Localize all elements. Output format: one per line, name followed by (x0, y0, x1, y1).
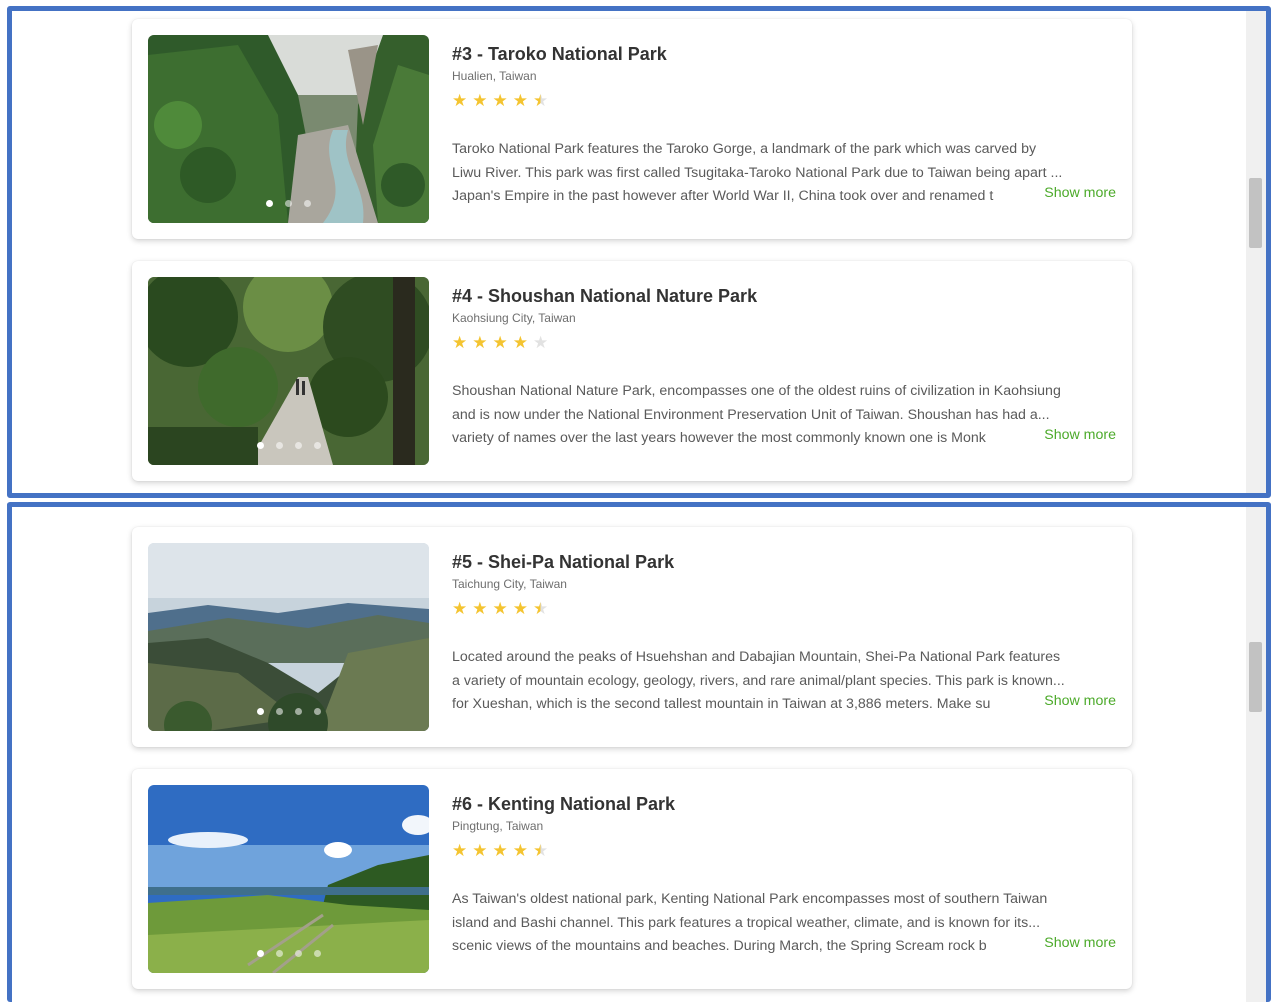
description-line: Taroko National Park features the Taroko… (452, 141, 1037, 157)
show-more-link[interactable]: Show more (1044, 935, 1116, 951)
carousel-dot[interactable] (294, 950, 302, 957)
show-more-link[interactable]: Show more (1044, 185, 1116, 201)
carousel-dots[interactable] (148, 200, 429, 207)
park-photo-carousel[interactable] (148, 543, 429, 731)
star-icon: ★ (492, 333, 508, 352)
show-more-link[interactable]: Show more (1044, 427, 1116, 443)
star-icon: ★ (512, 91, 528, 110)
park-location: Pingtung, Taiwan (452, 819, 544, 833)
star-half-icon: ★ (533, 841, 549, 860)
carousel-dot[interactable] (285, 200, 292, 207)
star-icon: ★ (512, 333, 528, 352)
park-location: Hualien, Taiwan (452, 69, 537, 83)
description-line: Liwu River. This park was first called T… (452, 164, 1063, 181)
carousel-dot[interactable] (294, 442, 302, 449)
star-icon: ★ (512, 599, 528, 618)
carousel-dot[interactable] (294, 708, 302, 715)
scrollbar-thumb[interactable] (1249, 642, 1262, 712)
description-line: scenic views of the mountains and beache… (452, 938, 987, 954)
star-icon: ★ (452, 91, 468, 110)
park-description: Shoushan National Nature Park, encompass… (452, 380, 1117, 451)
star-icon: ★ (512, 841, 528, 860)
description-line: for Xueshan, which is the second tallest… (452, 696, 991, 712)
star-half-icon: ★ (533, 599, 549, 618)
scrollbar[interactable] (1246, 11, 1266, 493)
show-more-link[interactable]: Show more (1044, 693, 1116, 709)
park-description: Taroko National Park features the Taroko… (452, 138, 1117, 209)
star-empty-icon: ★ (533, 333, 549, 352)
carousel-dot[interactable] (256, 442, 264, 449)
scrollbar-thumb[interactable] (1249, 178, 1262, 248)
description-line: variety of names over the last years how… (452, 430, 986, 446)
star-icon: ★ (452, 333, 468, 352)
park-location: Taichung City, Taiwan (452, 577, 567, 591)
star-icon: ★ (452, 599, 468, 618)
carousel-dot[interactable] (275, 950, 283, 957)
carousel-dot[interactable] (313, 708, 321, 715)
rating-stars: ★ ★ ★ ★ ★ (452, 91, 548, 111)
park-description: As Taiwan's oldest national park, Kentin… (452, 888, 1117, 959)
star-half-icon: ★ (533, 91, 549, 110)
park-card: #4 - Shoushan National Nature Park Kaohs… (132, 261, 1132, 481)
carousel-dot[interactable] (275, 442, 283, 449)
carousel-dots[interactable] (148, 442, 429, 449)
park-card: #3 - Taroko National Park Hualien, Taiwa… (132, 19, 1132, 239)
carousel-dot[interactable] (313, 950, 321, 957)
description-line: As Taiwan's oldest national park, Kentin… (452, 891, 1048, 907)
park-location: Kaohsiung City, Taiwan (452, 311, 576, 325)
star-icon: ★ (492, 599, 508, 618)
carousel-dots[interactable] (148, 950, 429, 957)
rating-stars: ★ ★ ★ ★ ★ (452, 841, 548, 861)
carousel-dot[interactable] (275, 708, 283, 715)
carousel-dot[interactable] (304, 200, 311, 207)
rating-stars: ★ ★ ★ ★ ★ (452, 333, 548, 353)
star-icon: ★ (472, 841, 488, 860)
park-title: #3 - Taroko National Park (452, 44, 667, 64)
carousel-dot[interactable] (266, 200, 273, 207)
carousel-dot[interactable] (256, 708, 264, 715)
description-line: Shoushan National Nature Park, encompass… (452, 383, 1061, 399)
carousel-dot[interactable] (256, 950, 264, 957)
park-title: #4 - Shoushan National Nature Park (452, 286, 758, 306)
star-icon: ★ (492, 841, 508, 860)
description-line: a variety of mountain ecology, geology, … (452, 672, 1065, 689)
description-line: Located around the peaks of Hsuehshan an… (452, 649, 1061, 665)
scroll-panel-bottom: #5 - Shei-Pa National Park Taichung City… (7, 502, 1271, 1002)
description-line: island and Bashi channel. This park feat… (452, 914, 1041, 931)
park-photo-carousel[interactable] (148, 785, 429, 973)
park-card: #6 - Kenting National Park Pingtung, Tai… (132, 769, 1132, 989)
carousel-dot[interactable] (313, 442, 321, 449)
park-card: #5 - Shei-Pa National Park Taichung City… (132, 527, 1132, 747)
description-line: Japan's Empire in the past however after… (452, 188, 994, 204)
park-photo-carousel[interactable] (148, 35, 429, 223)
scrollbar[interactable] (1246, 507, 1266, 1002)
star-icon: ★ (492, 91, 508, 110)
park-photo-carousel[interactable] (148, 277, 429, 465)
park-description: Located around the peaks of Hsuehshan an… (452, 646, 1117, 717)
star-icon: ★ (472, 599, 488, 618)
carousel-dots[interactable] (148, 708, 429, 715)
park-title: #5 - Shei-Pa National Park (452, 552, 675, 572)
star-icon: ★ (472, 333, 488, 352)
star-icon: ★ (452, 841, 468, 860)
scroll-panel-top: #3 - Taroko National Park Hualien, Taiwa… (7, 6, 1271, 498)
rating-stars: ★ ★ ★ ★ ★ (452, 599, 548, 619)
park-title: #6 - Kenting National Park (452, 794, 676, 814)
description-line: and is now under the National Environmen… (452, 406, 1050, 423)
star-icon: ★ (472, 91, 488, 110)
